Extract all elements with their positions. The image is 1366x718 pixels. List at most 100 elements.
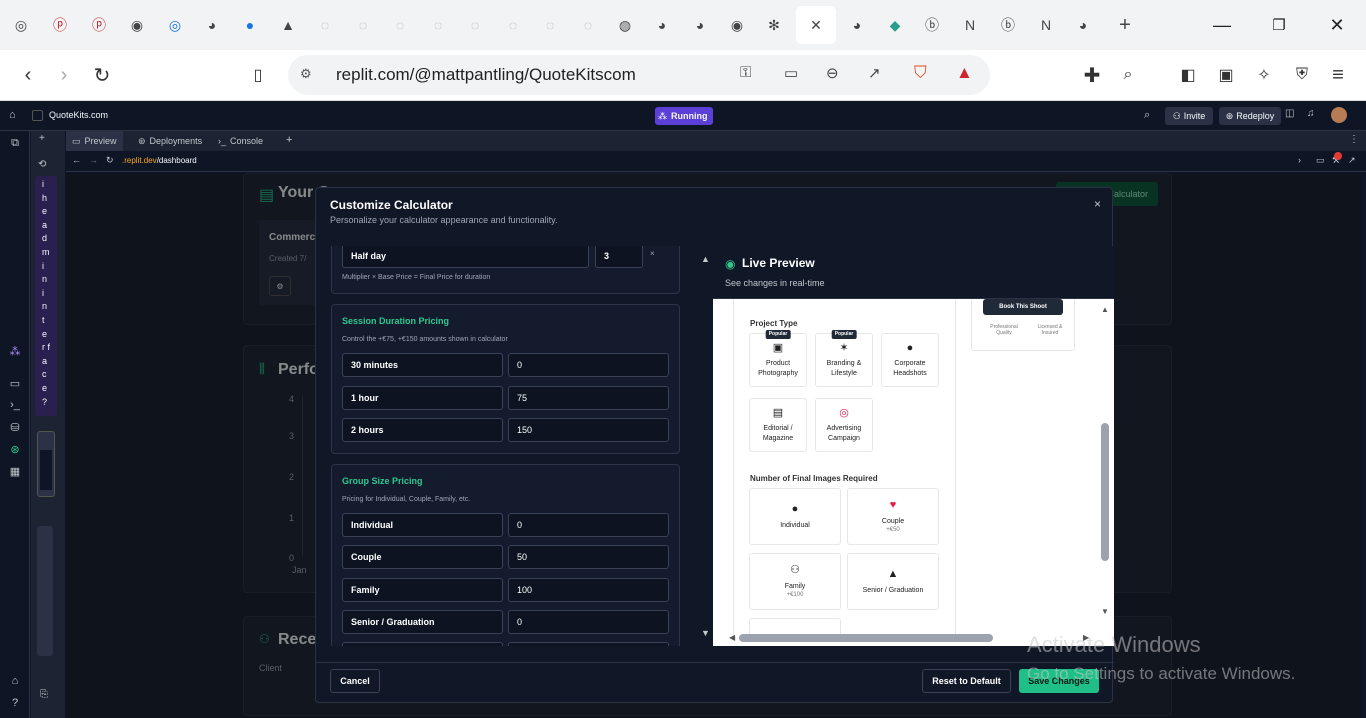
tab-favicon-icon[interactable]: ◆ [882,12,908,38]
group-option-card[interactable]: ▲ Senior / Graduation [847,553,939,610]
project-type-card[interactable]: ◎ Advertising Campaign [815,398,873,452]
extensions-icon[interactable]: ✚ [1078,61,1106,89]
devices-icon[interactable]: ▭ [1316,155,1325,166]
expand-icon[interactable]: › [1298,155,1301,165]
bookmark-icon[interactable]: ▯ [244,61,272,89]
running-badge[interactable]: ⁂ Running [655,107,713,125]
preview-inner-scrollbar[interactable]: ▲ ▼ [1097,299,1114,629]
duration-label-input[interactable]: 1 hour [342,386,503,410]
brave-rewards-icon[interactable]: ▲ [956,63,973,83]
scroll-up-icon[interactable]: ▲ [1101,305,1109,314]
url-text[interactable]: replit.com/@mattpantling/QuoteKitscom [336,65,636,85]
tab-favicon-icon[interactable]: N [1033,12,1059,38]
active-tab-close-icon[interactable]: ✕ [796,6,836,44]
tab-favicon-icon[interactable]: ⓑ [919,12,945,38]
open-external-icon[interactable]: ↗ [1348,155,1356,166]
tab-favicon-icon[interactable]: ◌ [312,12,338,38]
redeploy-button[interactable]: ⊛ Redeploy [1219,107,1281,125]
tab-favicon-icon[interactable]: ◌ [575,12,601,38]
duration-price-input[interactable]: 150 [508,418,669,442]
tab-favicon-icon[interactable]: ◌ [462,12,488,38]
half-day-label-input[interactable]: Half day [342,246,589,268]
search-icon[interactable]: ⌕ [1144,109,1150,122]
tab-favicon-icon[interactable]: ◎ [8,12,34,38]
history-icon[interactable]: ⟲ [38,159,46,170]
group-label-input[interactable]: Couple [342,545,503,569]
agent-icon[interactable]: ⁂ [7,345,23,358]
book-shoot-button[interactable]: Book This Shoot [983,299,1063,315]
tab-deployments[interactable]: ⊛ Deployments [132,131,208,151]
deployments-icon[interactable]: ⊛ [7,443,23,456]
pinterest-tab-icon[interactable]: ⓟ [47,12,73,38]
group-label-input[interactable]: Family [342,578,503,602]
key-icon[interactable]: ⚿ [740,64,751,81]
scroll-down-icon[interactable]: ▼ [701,628,710,638]
cancel-button[interactable]: Cancel [330,669,380,693]
duration-price-input[interactable]: 0 [508,353,669,377]
install-icon[interactable]: ▭ [784,64,798,82]
restore-icon[interactable]: ❐ [1264,10,1294,40]
group-label-input[interactable] [342,642,503,646]
group-price-input[interactable]: 50 [508,545,669,569]
group-label-input[interactable]: Individual [342,513,503,537]
vpn-icon[interactable]: ⛨ [1288,61,1316,89]
close-icon[interactable]: × [1094,197,1101,211]
minimize-icon[interactable]: — [1207,10,1237,40]
group-option-card[interactable]: ♥ Couple +€50 [847,488,939,545]
question-icon[interactable]: ? [7,697,23,709]
tab-favicon-icon[interactable]: N [957,12,983,38]
all-tools-icon[interactable]: ▦ [7,465,23,478]
attach-icon[interactable]: ⎘ [40,689,48,700]
group-price-input[interactable]: 0 [508,610,669,634]
preview-reload-icon[interactable]: ↻ [106,155,114,166]
github-tab-icon[interactable]: ◕ [649,12,675,38]
scroll-left-icon[interactable]: ◀ [729,633,735,642]
new-pane-tab-icon[interactable]: + [286,134,292,146]
back-icon[interactable]: ‹ [14,61,42,89]
zoom-icon[interactable]: ⊖ [826,64,839,82]
github-tab-icon[interactable]: ◕ [687,12,713,38]
scroll-up-icon[interactable]: ▲ [701,254,710,264]
tab-console[interactable]: ›_ Console [212,131,269,151]
group-option-card[interactable]: ⚇ Family +€100 [749,553,841,610]
github-tab-icon[interactable]: ◕ [1070,12,1096,38]
tab-favicon-icon[interactable]: ◉ [124,12,150,38]
search-tab-icon[interactable]: ⌕ [1114,61,1142,89]
preview-forward-icon[interactable]: → [89,155,98,165]
tab-favicon-icon[interactable]: ◉ [724,12,750,38]
project-type-card[interactable]: ▤ Editorial / Magazine [749,398,807,452]
bell-icon[interactable]: ♫ [1307,108,1315,119]
group-option-card[interactable]: ● Individual [749,488,841,545]
tab-favicon-icon[interactable]: ◌ [425,12,451,38]
preview-outer-scrollbar[interactable]: ▲ ▼ [699,250,713,646]
tab-favicon-icon[interactable]: ● [237,12,263,38]
tab-favicon-icon[interactable]: ◌ [500,12,526,38]
duration-price-input[interactable]: 75 [508,386,669,410]
duration-label-input[interactable]: 30 minutes [342,353,503,377]
group-price-input[interactable] [508,642,669,646]
tab-favicon-icon[interactable]: ◎ [162,12,188,38]
project-type-card[interactable]: ● Corporate Headshots [881,333,939,387]
database-icon[interactable]: ⛁ [7,421,23,434]
tab-favicon-icon[interactable]: ◌ [387,12,413,38]
webview-icon[interactable]: ▭ [7,377,23,390]
tab-favicon-icon[interactable]: ⓑ [995,12,1021,38]
scroll-thumb[interactable] [739,634,993,642]
url-bar[interactable]: ⚙ replit.com/@mattpantling/QuoteKitscom … [288,55,990,95]
group-price-input[interactable]: 100 [508,578,669,602]
home-icon[interactable]: ⌂ [9,109,16,121]
avatar[interactable] [1331,107,1347,123]
github-tab-icon[interactable]: ◕ [844,12,870,38]
tab-favicon-icon[interactable]: ▲ [275,12,301,38]
invite-button[interactable]: ⚇ Invite [1165,107,1213,125]
site-settings-icon[interactable]: ⚙ [300,66,312,82]
help-icon[interactable]: ⌂ [7,675,23,687]
tab-preview[interactable]: ▭ Preview [66,131,123,151]
pinterest-tab-icon[interactable]: ⓟ [86,12,112,38]
more-icon[interactable]: ⋮ [1349,134,1359,145]
reload-icon[interactable]: ↻ [88,61,116,89]
menu-icon[interactable]: ≡ [1324,61,1352,89]
globe-tab-icon[interactable]: ◍ [612,12,638,38]
project-type-card[interactable]: Popular ✶ Branding & Lifestyle [815,330,873,387]
panel-icon[interactable]: ◫ [1285,108,1294,119]
